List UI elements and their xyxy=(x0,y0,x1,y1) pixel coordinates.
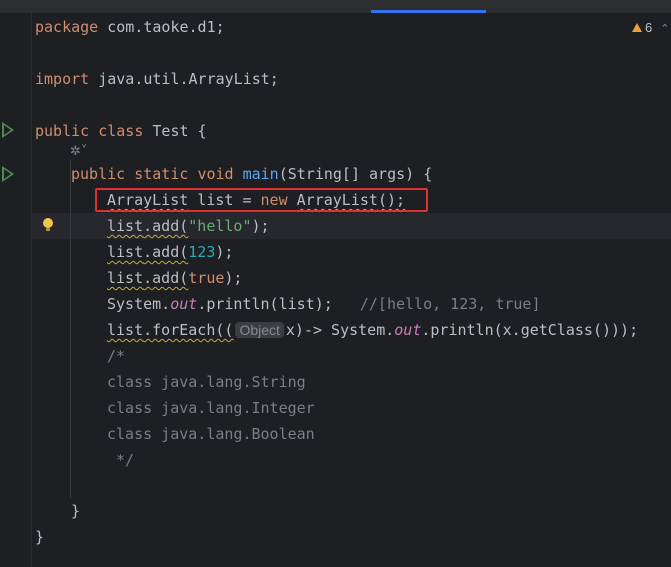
code-line-comment-close[interactable]: */ xyxy=(107,449,134,471)
editor-gutter[interactable] xyxy=(0,13,31,567)
code-line-comment-string[interactable]: class java.lang.String xyxy=(107,371,306,393)
code-line-package[interactable]: package com.taoke.d1; xyxy=(35,16,225,38)
warnings-indicator[interactable]: 6 ⌃ xyxy=(632,20,669,36)
annotation-highlight-box xyxy=(95,188,428,212)
indent-guide xyxy=(70,160,71,498)
code-line-add-true[interactable]: list.add(true); xyxy=(107,267,242,289)
run-class-icon[interactable] xyxy=(2,122,14,138)
code-line-class-decl[interactable]: public class Test { xyxy=(35,120,207,142)
code-line-comment-boolean[interactable]: class java.lang.Boolean xyxy=(107,423,315,445)
code-line-import[interactable]: import java.util.ArrayList; xyxy=(35,68,279,90)
warning-icon xyxy=(632,23,642,32)
type-hint-inlay: Object xyxy=(235,322,284,338)
code-line-comment-open[interactable]: /* xyxy=(107,345,125,367)
ai-assistant-icon[interactable]: ✲˅ xyxy=(70,144,96,160)
code-line-method-close[interactable]: } xyxy=(71,500,80,522)
code-line-class-close[interactable]: } xyxy=(35,526,44,548)
editor-tab-bar[interactable] xyxy=(0,0,671,14)
lightbulb-icon[interactable] xyxy=(43,218,53,231)
run-main-icon[interactable] xyxy=(2,166,14,182)
code-line-add-123[interactable]: list.add(123); xyxy=(107,241,233,263)
code-line-println-list[interactable]: System.out.println(list); //[hello, 123,… xyxy=(107,293,541,315)
code-editor[interactable] xyxy=(32,13,671,567)
code-line-comment-integer[interactable]: class java.lang.Integer xyxy=(107,397,315,419)
code-line-foreach[interactable]: list.forEach((Object x)-> System.out.prin… xyxy=(107,319,638,341)
chevron-up-icon[interactable]: ⌃ xyxy=(660,21,669,37)
code-line-add-hello[interactable]: list.add("hello"); xyxy=(107,215,270,237)
warnings-count: 6 xyxy=(645,20,653,35)
code-line-main-decl[interactable]: public static void main(String[] args) { xyxy=(71,163,432,185)
